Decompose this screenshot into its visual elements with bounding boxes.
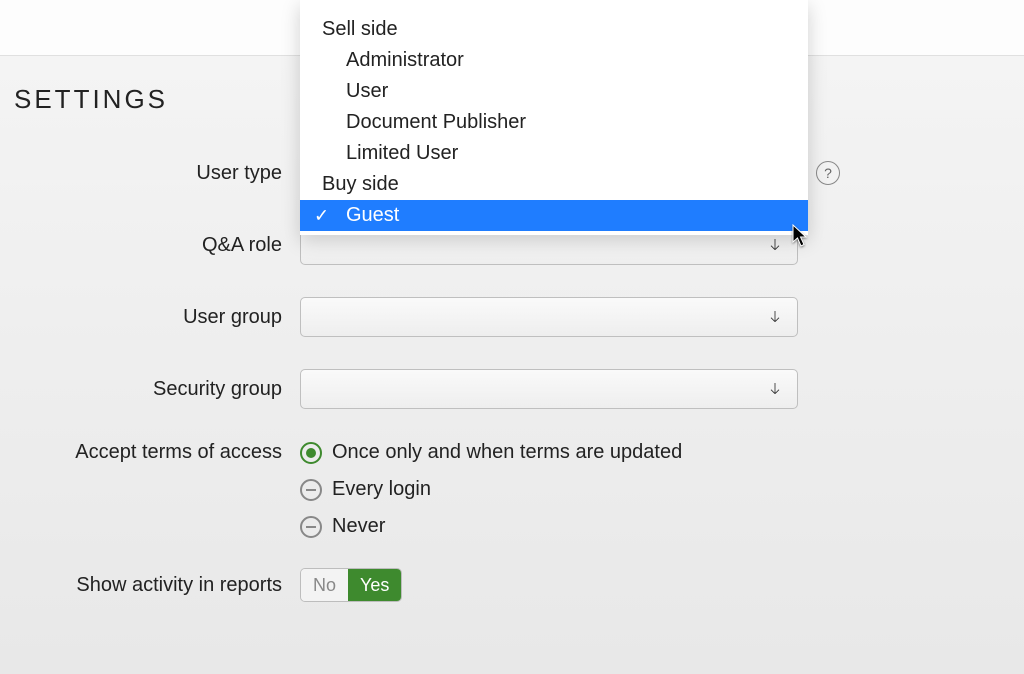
- radio-label: Once only and when terms are updated: [332, 441, 682, 464]
- radio-dot-icon: [300, 479, 322, 501]
- dropdown-group-sell-side: Sell side: [300, 14, 808, 45]
- radio-dot-icon: [300, 442, 322, 464]
- chevron-down-icon: [767, 309, 783, 325]
- label-user-type: User type: [0, 162, 300, 185]
- dropdown-group-buy-side: Buy side: [300, 169, 808, 200]
- chevron-down-icon: [767, 237, 783, 253]
- dropdown-option-guest[interactable]: ✓ Guest: [300, 200, 808, 231]
- dropdown-option-document-publisher[interactable]: Document Publisher: [300, 107, 808, 138]
- radio-dot-icon: [300, 516, 322, 538]
- user-type-dropdown[interactable]: Sell side Administrator User Document Pu…: [300, 0, 808, 235]
- label-show-activity: Show activity in reports: [0, 574, 300, 597]
- accept-terms-radio-group: Once only and when terms are updated Eve…: [300, 441, 682, 538]
- dropdown-option-limited-user[interactable]: Limited User: [300, 138, 808, 169]
- label-security-group: Security group: [0, 378, 300, 401]
- toggle-yes[interactable]: Yes: [348, 569, 401, 601]
- label-user-group: User group: [0, 306, 300, 329]
- label-accept-terms: Accept terms of access: [0, 441, 300, 464]
- radio-never[interactable]: Never: [300, 515, 682, 538]
- radio-label: Every login: [332, 478, 431, 501]
- radio-every-login[interactable]: Every login: [300, 478, 682, 501]
- row-accept-terms: Accept terms of access Once only and whe…: [0, 441, 1024, 538]
- row-user-group: User group: [0, 297, 1024, 337]
- label-qa-role: Q&A role: [0, 234, 300, 257]
- chevron-down-icon: [767, 381, 783, 397]
- row-show-activity: Show activity in reports No Yes: [0, 568, 1024, 602]
- user-group-select[interactable]: [300, 297, 798, 337]
- dropdown-option-administrator[interactable]: Administrator: [300, 45, 808, 76]
- radio-once-only[interactable]: Once only and when terms are updated: [300, 441, 682, 464]
- dropdown-option-user[interactable]: User: [300, 76, 808, 107]
- dropdown-option-label: Guest: [346, 204, 399, 226]
- row-security-group: Security group: [0, 369, 1024, 409]
- toggle-no[interactable]: No: [301, 569, 348, 601]
- security-group-select[interactable]: [300, 369, 798, 409]
- radio-label: Never: [332, 515, 385, 538]
- check-icon: ✓: [314, 205, 329, 226]
- show-activity-toggle[interactable]: No Yes: [300, 568, 402, 602]
- help-icon[interactable]: ?: [816, 161, 840, 185]
